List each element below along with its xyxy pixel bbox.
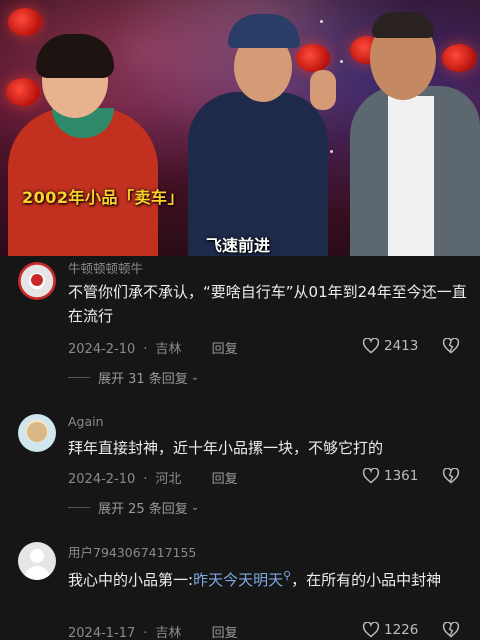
sparkle <box>330 150 333 153</box>
like-button[interactable]: 1226 <box>362 622 418 638</box>
search-link[interactable]: 昨天今天明天 <box>193 571 283 589</box>
sparkle <box>340 60 343 63</box>
comment-text: 我心中的小品第一:昨天今天明天⚲，在所有的小品中封神 <box>68 564 468 592</box>
like-button[interactable]: 2413 <box>362 338 418 354</box>
divider <box>68 377 90 378</box>
divider <box>68 507 90 508</box>
performer-center-hand <box>310 70 336 110</box>
sparkle <box>320 20 323 23</box>
comment-text: 不管你们承不承认，“要啥自行车”从01年到24年至今还一直在流行 <box>68 283 467 325</box>
comment-meta: 2024-2-10 · 吉林 回复 <box>68 338 246 357</box>
performer-woman-hair <box>36 34 114 78</box>
comment-text-part: ，在所有的小品中封神 <box>291 571 442 589</box>
chevron-down-icon: ⌄ <box>190 502 200 513</box>
expand-replies-button[interactable]: 展开 31 条回复 ⌄ <box>68 368 199 387</box>
search-icon: ⚲ <box>283 569 292 582</box>
comment-meta: 2024-1-17 · 吉林 回复 <box>68 622 246 640</box>
comment-username[interactable]: Again <box>68 414 104 429</box>
avatar[interactable] <box>18 542 56 580</box>
comment-location: 吉林 <box>155 342 182 357</box>
video-caption-title: 2002年小品「卖车」 <box>22 188 185 207</box>
video-caption-action: 飞速前进 <box>206 236 271 255</box>
dislike-icon[interactable] <box>442 338 460 354</box>
dislike-icon[interactable] <box>442 622 460 638</box>
like-button[interactable]: 1361 <box>362 468 418 484</box>
avatar[interactable] <box>18 414 56 452</box>
chevron-down-icon: ⌄ <box>190 372 200 383</box>
performer-right-shirt <box>388 96 434 256</box>
meta-sep: · <box>143 342 148 357</box>
comment-username[interactable]: 牛顿顿顿顿牛 <box>68 258 143 277</box>
reply-button[interactable]: 回复 <box>212 472 238 487</box>
lantern-decoration <box>6 78 40 106</box>
comment-date: 2024-1-17 <box>68 626 136 640</box>
comment-date: 2024-2-10 <box>68 342 136 357</box>
like-count: 2413 <box>384 338 419 354</box>
avatar[interactable] <box>18 262 56 300</box>
comment-location: 吉林 <box>155 626 182 640</box>
lantern-decoration <box>8 8 42 36</box>
lantern-decoration <box>296 44 330 72</box>
like-count: 1361 <box>384 468 419 484</box>
reply-button[interactable]: 回复 <box>212 626 238 640</box>
comment-meta: 2024-2-10 · 河北 回复 <box>68 468 246 487</box>
reply-button[interactable]: 回复 <box>212 342 238 357</box>
comment-list: 牛顿顿顿顿牛 不管你们承不承认，“要啥自行车”从01年到24年至今还一直在流行 … <box>0 256 480 640</box>
comment-username[interactable]: 用户7943067417155 <box>68 542 196 561</box>
comment-location: 河北 <box>155 472 182 487</box>
lantern-decoration <box>442 44 476 72</box>
expand-replies-label: 展开 31 条回复 <box>98 372 188 387</box>
meta-sep: · <box>143 626 148 640</box>
expand-replies-button[interactable]: 展开 25 条回复 ⌄ <box>68 498 199 517</box>
comment-text: 拜年直接封神，近十年小品摞一块，不够它打的 <box>68 439 384 457</box>
like-count: 1226 <box>384 622 419 638</box>
comment-text-part: 我心中的小品第一: <box>68 571 194 589</box>
expand-replies-label: 展开 25 条回复 <box>98 502 188 517</box>
performer-right-hair <box>372 12 434 38</box>
comment-date: 2024-2-10 <box>68 472 136 487</box>
heart-icon <box>362 622 380 638</box>
meta-sep: · <box>143 472 148 487</box>
heart-icon <box>362 468 380 484</box>
dislike-icon[interactable] <box>442 468 460 484</box>
heart-icon <box>362 338 380 354</box>
video-player[interactable]: 2002年小品「卖车」 飞速前进 <box>0 0 480 256</box>
